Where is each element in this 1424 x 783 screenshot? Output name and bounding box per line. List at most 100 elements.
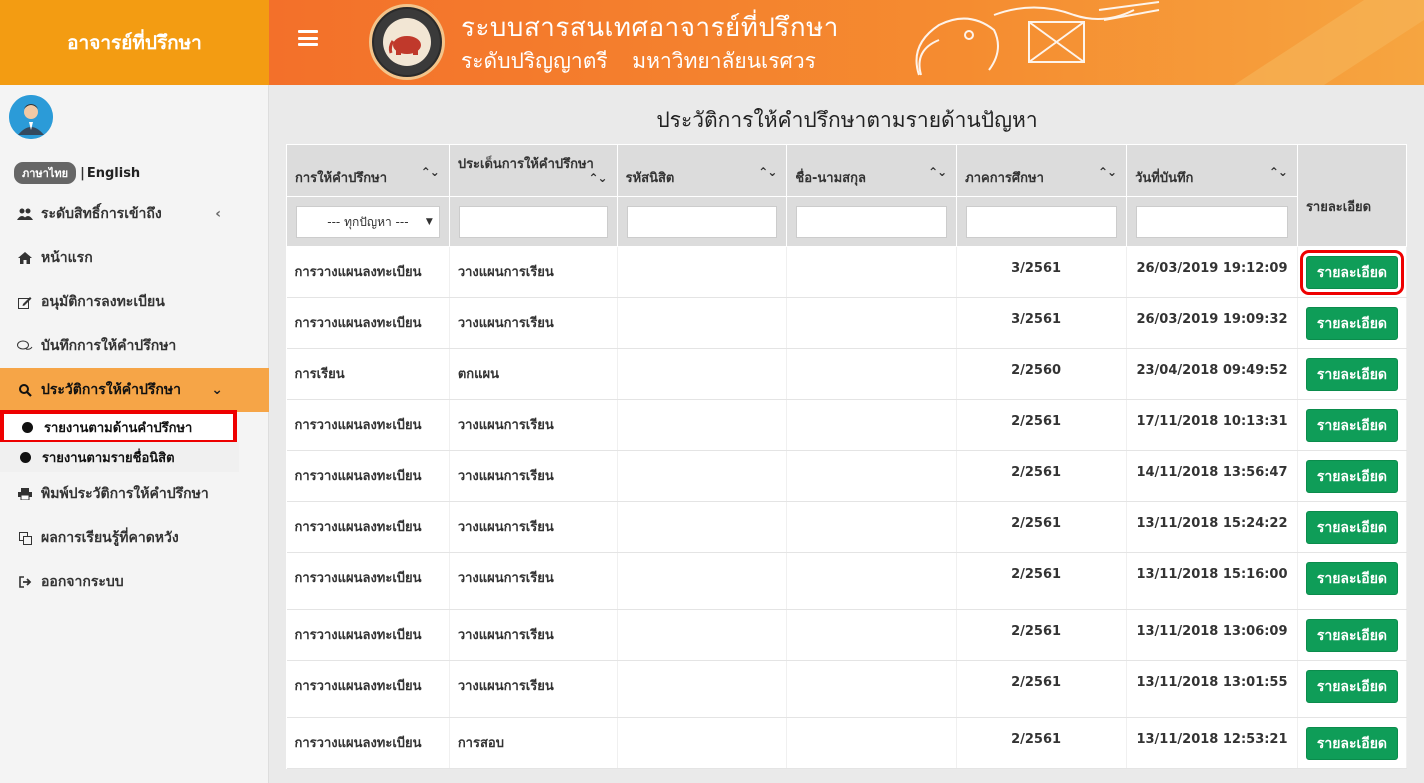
avatar[interactable] (9, 95, 53, 139)
cell-detail: รายละเอียด (1297, 501, 1408, 553)
cell-semester: 2/2561 (956, 450, 1128, 502)
bullet-icon (22, 421, 33, 433)
filter-student-id-cell (616, 196, 788, 247)
detail-button[interactable]: รายละเอียด (1305, 562, 1398, 595)
cell-student-id (617, 717, 788, 769)
column-header-fullname[interactable]: ชื่อ-นามสกุล ⌃⌄ (786, 144, 958, 197)
detail-button[interactable]: รายละเอียด (1305, 409, 1398, 442)
cell-record-date: 17/11/2018 10:13:31 (1126, 399, 1298, 451)
cell-consultation: การเรียน (286, 348, 450, 400)
cell-semester: 2/2561 (956, 399, 1128, 451)
filter-consultation-cell: --- ทุกปัญหา --- ▼ (286, 196, 450, 247)
column-header-topic[interactable]: ประเด็นการให้คำปรึกษา ⌃⌄ (448, 144, 618, 197)
detail-button[interactable]: รายละเอียด (1305, 727, 1398, 760)
cell-consultation: การวางแผนลงทะเบียน (286, 450, 450, 502)
filter-semester-cell (956, 196, 1128, 247)
sidebar-item-home[interactable]: หน้าแรก (0, 236, 269, 280)
header-stripe-decoration (1064, 0, 1424, 85)
cell-consultation: การวางแผนลงทะเบียน (286, 660, 450, 718)
lang-english-link[interactable]: English (87, 166, 140, 181)
university-seal-icon (369, 4, 445, 80)
sort-icon[interactable]: ⌃⌄ (421, 165, 440, 179)
detail-button[interactable]: รายละเอียด (1305, 619, 1398, 652)
consultation-history-table: การให้คำปรึกษา ⌃⌄ ประเด็นการให้คำปรึกษา ⌃⌄… (286, 144, 1408, 769)
column-header-consultation[interactable]: การให้คำปรึกษา ⌃⌄ (286, 144, 450, 197)
chevron-down-icon: ⌄ (211, 382, 223, 398)
filter-student-id-input[interactable] (626, 206, 778, 238)
detail-button[interactable]: รายละเอียด (1305, 511, 1398, 544)
chevron-left-icon: ‹ (215, 206, 221, 222)
column-header-student-id[interactable]: รหัสนิสิต ⌃⌄ (616, 144, 788, 197)
cell-topic: ตกแผน (449, 348, 618, 400)
sidebar-item-label: ระดับสิทธิ์การเข้าถึง (41, 206, 162, 222)
detail-button[interactable]: รายละเอียด (1305, 670, 1398, 703)
cell-detail: รายละเอียด (1297, 246, 1408, 298)
cell-topic: วางแผนการเรียน (449, 660, 618, 718)
cell-consultation: การวางแผนลงทะเบียน (286, 246, 450, 298)
sidebar-item-access-level[interactable]: ระดับสิทธิ์การเข้าถึง ‹ (0, 192, 269, 236)
cell-student-id (617, 399, 788, 451)
sidebar-subitem-report-by-student[interactable]: รายงานตามรายชื่อนิสิต (0, 442, 239, 472)
sidebar-item-consultation-history[interactable]: ประวัติการให้คำปรึกษา ⌄ (0, 368, 269, 412)
brand-title: อาจารย์ที่ปรึกษา (67, 31, 202, 54)
table-body: การวางแผนลงทะเบียน วางแผนการเรียน 3/2561 26… (286, 246, 1408, 769)
sidebar-item-approve-registration[interactable]: อนุมัติการลงทะเบียน (0, 280, 269, 324)
detail-button[interactable]: รายละเอียด (1305, 460, 1398, 493)
sidebar-item-learning-outcomes[interactable]: ผลการเรียนรู้ที่คาดหวัง (0, 516, 269, 560)
sidebar-subitem-report-by-topic[interactable]: รายงานตามด้านคำปรึกษา (0, 410, 237, 444)
table-row: การวางแผนลงทะเบียน วางแผนการเรียน 3/2561 26… (286, 246, 1408, 298)
sign-out-icon (16, 575, 34, 589)
sort-icon[interactable]: ⌃⌄ (1098, 165, 1117, 179)
filter-topic-input[interactable] (458, 206, 608, 238)
column-header-semester[interactable]: ภาคการศึกษา ⌃⌄ (956, 144, 1128, 197)
column-header-detail: รายละเอียด (1296, 144, 1408, 247)
table-row: การวางแผนลงทะเบียน วางแผนการเรียน 2/2561 13… (286, 660, 1408, 718)
menu-toggle-icon[interactable] (298, 28, 318, 48)
sort-icon[interactable]: ⌃⌄ (1269, 165, 1288, 179)
cell-consultation: การวางแผนลงทะเบียน (286, 399, 450, 451)
cell-topic: วางแผนการเรียน (449, 297, 618, 349)
filter-fullname-input[interactable] (796, 206, 948, 238)
bullet-icon (20, 451, 31, 463)
filter-semester-input[interactable] (966, 206, 1118, 238)
cell-topic: วางแผนการเรียน (449, 552, 618, 610)
cell-student-id (617, 501, 788, 553)
cell-consultation: การวางแผนลงทะเบียน (286, 552, 450, 610)
cell-fullname (786, 552, 958, 610)
column-header-record-date[interactable]: วันที่บันทึก ⌃⌄ (1126, 144, 1298, 197)
filter-topic-cell (448, 196, 618, 247)
cell-student-id (617, 348, 788, 400)
detail-button[interactable]: รายละเอียด (1305, 358, 1398, 391)
cell-fullname (786, 399, 958, 451)
sidebar-item-print-history[interactable]: พิมพ์ประวัติการให้คำปรึกษา (0, 472, 269, 516)
sort-icon[interactable]: ⌃⌄ (589, 171, 608, 185)
cell-fullname (786, 348, 958, 400)
cell-semester: 2/2561 (956, 552, 1128, 610)
cell-consultation: การวางแผนลงทะเบียน (286, 609, 450, 661)
cell-record-date: 13/11/2018 13:06:09 (1126, 609, 1298, 661)
sidebar-item-logout[interactable]: ออกจากระบบ (0, 560, 269, 604)
cell-topic: วางแผนการเรียน (449, 246, 618, 298)
sidebar-item-record-consultation[interactable]: บันทึกการให้คำปรึกษา (0, 324, 269, 368)
filter-consultation-select[interactable]: --- ทุกปัญหา --- ▼ (296, 206, 440, 238)
lang-thai-button[interactable]: ภาษาไทย (14, 162, 77, 184)
system-title: ระบบสารสนเทศอาจารย์ที่ปรึกษา (461, 13, 839, 43)
cell-record-date: 13/11/2018 13:01:55 (1126, 660, 1298, 718)
sort-icon[interactable]: ⌃⌄ (758, 165, 777, 179)
cell-detail: รายละเอียด (1297, 552, 1408, 610)
sidebar-subitem-label: รายงานตามรายชื่อนิสิต (42, 450, 175, 466)
cell-student-id (617, 246, 788, 298)
header-banner: ระบบสารสนเทศอาจารย์ที่ปรึกษา ระดับปริญญา… (269, 0, 1424, 85)
cell-detail: รายละเอียด (1297, 399, 1408, 451)
filter-record-date-input[interactable] (1136, 206, 1288, 238)
cell-record-date: 23/04/2018 09:49:52 (1126, 348, 1298, 400)
users-icon (16, 207, 34, 221)
cell-semester: 2/2561 (956, 609, 1128, 661)
detail-button[interactable]: รายละเอียด (1299, 250, 1404, 295)
detail-button[interactable]: รายละเอียด (1305, 307, 1398, 340)
search-icon (16, 383, 34, 397)
table-row: การวางแผนลงทะเบียน วางแผนการเรียน 2/2561 13… (286, 552, 1408, 610)
cell-semester: 3/2561 (956, 246, 1128, 298)
cell-fullname (786, 660, 958, 718)
sort-icon[interactable]: ⌃⌄ (928, 165, 947, 179)
